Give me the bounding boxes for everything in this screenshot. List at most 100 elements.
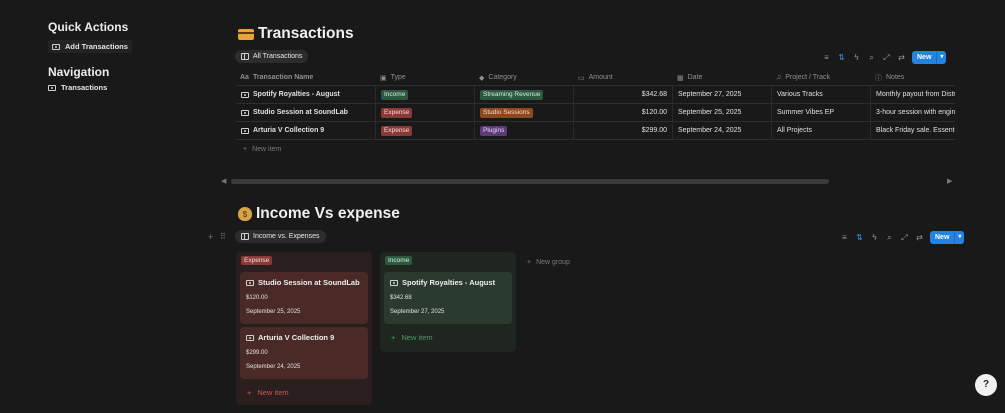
add-transactions-button[interactable]: Add Transactions: [48, 40, 132, 53]
card-title: Arturia V Collection 9: [258, 333, 335, 342]
expense-new-item[interactable]: + New item: [247, 388, 289, 397]
notes-cell: 3-hour session with engine: [876, 109, 955, 116]
board-icon: [241, 233, 249, 240]
board-column-income: Income Spotify Royalties - August $342.6…: [380, 252, 516, 352]
view-tab-income-vs-expenses[interactable]: Income vs. Expenses: [235, 230, 326, 243]
money-icon: [246, 279, 254, 286]
chevron-down-icon[interactable]: ▾: [936, 51, 946, 64]
income-new-item[interactable]: + New item: [391, 333, 433, 342]
page-title: Transactions: [238, 25, 354, 43]
plus-icon: +: [391, 333, 396, 342]
table-row[interactable]: Arturia V Collection 9 Expense Plugins $…: [236, 122, 955, 140]
income-new-item-label: New item: [401, 333, 433, 342]
category-tag: Studio Sessions: [480, 107, 533, 118]
board-title-text: Income Vs expense: [256, 205, 400, 222]
table-row[interactable]: Spotify Royalties - August Income Stream…: [236, 86, 955, 104]
card-title: Studio Session at SoundLab: [258, 278, 360, 287]
tag-icon: ◆: [479, 74, 485, 82]
page-title-text: Transactions: [258, 25, 354, 42]
horizontal-scrollbar[interactable]: [231, 179, 829, 184]
expense-new-item-label: New item: [257, 388, 289, 397]
expand-icon[interactable]: ⤢: [900, 233, 909, 243]
sort-icon[interactable]: ⇅: [855, 233, 864, 242]
settings-icon[interactable]: ⇄: [915, 233, 924, 242]
transactions-table: Aa Transaction Name ▣ Type ◆ Category ▭ Amou…: [236, 70, 955, 140]
view-tab-all-transactions[interactable]: All Transactions: [235, 50, 309, 63]
col-transaction-name[interactable]: Aa Transaction Name: [236, 74, 376, 81]
table-row[interactable]: Studio Session at SoundLab Expense Studi…: [236, 104, 955, 122]
row-name[interactable]: Studio Session at SoundLab: [253, 109, 348, 116]
amount-cell: $299.00: [574, 122, 673, 139]
new-group-button[interactable]: + New group: [527, 259, 570, 266]
date-cell: September 25, 2025: [673, 104, 772, 121]
table-new-item[interactable]: + New item: [243, 146, 281, 153]
drag-handle-icon[interactable]: ⠿: [220, 232, 226, 241]
row-name[interactable]: Arturia V Collection 9: [253, 127, 324, 134]
card-title: Spotify Royalties - August: [402, 278, 496, 287]
money-icon: [246, 334, 254, 341]
type-tag: Income: [381, 89, 409, 100]
card-amount: $342.68: [390, 295, 412, 301]
add-block-icon[interactable]: +: [208, 232, 213, 242]
board-view-tab-label: Income vs. Expenses: [253, 233, 320, 240]
expand-icon[interactable]: ⤢: [882, 53, 891, 63]
search-icon[interactable]: ⌕: [885, 233, 894, 243]
category-tag: Streaming Revenue: [480, 89, 544, 100]
calendar-icon: ▦: [677, 74, 684, 82]
board-card[interactable]: Studio Session at SoundLab $120.00 Septe…: [240, 272, 368, 324]
card-amount: $120.00: [246, 295, 268, 301]
card-date: September 25, 2025: [246, 309, 301, 315]
automation-icon[interactable]: ϟ: [870, 233, 879, 242]
board-new-button[interactable]: New ▾: [930, 231, 965, 244]
money-icon: [390, 279, 398, 286]
new-button[interactable]: New ▾: [912, 51, 947, 64]
type-tag: Expense: [381, 125, 413, 136]
new-group-label: New group: [536, 259, 570, 266]
filter-icon[interactable]: ≡: [822, 53, 831, 62]
col-date[interactable]: ▦ Date: [673, 74, 772, 82]
col-project[interactable]: ♫ Project / Track: [772, 74, 871, 81]
category-tag: Plugins: [480, 125, 508, 136]
board-card[interactable]: Arturia V Collection 9 $299.00 September…: [240, 327, 368, 379]
filter-icon[interactable]: ≡: [840, 233, 849, 242]
scroll-left-icon[interactable]: ◀: [221, 177, 226, 185]
table-icon: [241, 53, 249, 60]
card-date: September 27, 2025: [390, 309, 445, 315]
text-icon: Aa: [240, 74, 249, 81]
expense-group-tag: Expense: [241, 256, 273, 265]
board-card[interactable]: Spotify Royalties - August $342.68 Septe…: [384, 272, 512, 324]
credit-card-icon: [238, 28, 254, 40]
col-category[interactable]: ◆ Category: [475, 74, 574, 82]
row-name[interactable]: Spotify Royalties - August: [253, 91, 340, 98]
settings-icon[interactable]: ⇄: [897, 53, 906, 62]
quick-actions-heading: Quick Actions: [48, 20, 129, 34]
col-amount[interactable]: ▭ Amount: [574, 74, 673, 82]
nav-transactions-link[interactable]: Transactions: [48, 83, 107, 92]
plus-icon: +: [527, 259, 532, 266]
info-icon: ⓘ: [875, 74, 882, 82]
table-header: Aa Transaction Name ▣ Type ◆ Category ▭ Amou…: [236, 70, 955, 86]
expense-group-header: Expense: [241, 256, 273, 265]
money-icon: [241, 109, 249, 116]
col-notes[interactable]: ⓘ Notes: [871, 73, 955, 83]
board-new-button-label: New: [935, 234, 950, 241]
board-toolbar: ≡ ⇅ ϟ ⌕ ⤢ ⇄ New ▾: [840, 231, 965, 244]
automation-icon[interactable]: ϟ: [852, 53, 861, 62]
amount-cell: $120.00: [574, 104, 673, 121]
scroll-right-icon[interactable]: ▶: [947, 177, 952, 185]
card-date: September 24, 2025: [246, 364, 301, 370]
type-tag: Expense: [381, 107, 413, 118]
table-toolbar: ≡ ⇅ ϟ ⌕ ⤢ ⇄ New ▾: [822, 51, 947, 64]
plus-icon: +: [243, 146, 248, 153]
col-type[interactable]: ▣ Type: [376, 74, 475, 82]
project-cell: Summer Vibes EP: [772, 104, 871, 121]
notes-cell: Black Friday sale. Essential s: [876, 127, 955, 134]
search-icon[interactable]: ⌕: [867, 53, 876, 63]
help-button[interactable]: ?: [975, 374, 997, 396]
sort-icon[interactable]: ⇅: [837, 53, 846, 62]
income-group-header: Income: [385, 256, 413, 265]
money-icon: [241, 91, 249, 98]
project-cell: All Projects: [772, 122, 871, 139]
money-icon: [48, 84, 56, 91]
chevron-down-icon[interactable]: ▾: [954, 231, 964, 244]
